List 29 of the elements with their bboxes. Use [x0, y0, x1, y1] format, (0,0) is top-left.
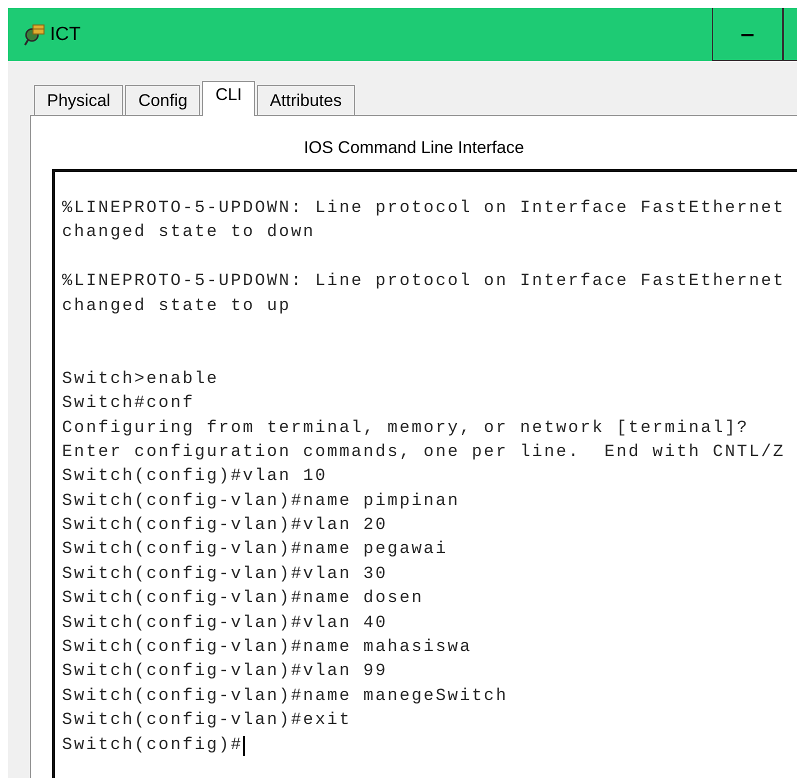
- terminal-line: Switch(config-vlan)#name mahasiswa: [62, 637, 472, 660]
- magnifier-icon: [24, 22, 46, 46]
- terminal-line: changed state to up: [62, 296, 291, 318]
- terminal-line: Switch(config)#: [62, 734, 243, 757]
- terminal-line: Switch(config)#vlan 10: [62, 466, 328, 488]
- terminal-line: %LINEPROTO-5-UPDOWN: Line protocol on Interface FastEthernet: [62, 198, 786, 220]
- terminal-line: Switch>enable: [62, 368, 219, 391]
- terminal-line: Switch(config-vlan)#name dosen: [62, 588, 424, 610]
- terminal-line: Switch(config-vlan)#name pimpinan: [62, 490, 460, 513]
- terminal-line: Switch(config-vlan)#name pegawai: [62, 539, 448, 562]
- terminal-line: Switch(config-vlan)#name manegeSwitch: [62, 686, 508, 708]
- minimize-button[interactable]: ‒: [712, 8, 783, 61]
- tab[interactable]: Physical: [34, 85, 124, 115]
- terminal-line: changed state to down: [62, 222, 316, 244]
- terminal-line: Switch(config-vlan)#exit: [62, 710, 352, 732]
- terminal-line: %LINEPROTO-5-UPDOWN: Line protocol on Interface FastEthernet: [62, 271, 786, 294]
- panel-title: IOS Command Line Interface: [302, 137, 526, 159]
- tab[interactable]: CLI: [202, 81, 255, 116]
- tab[interactable]: Attributes: [256, 85, 355, 115]
- terminal-line: Switch(config-vlan)#vlan 99: [62, 661, 388, 684]
- tab[interactable]: Config: [125, 85, 200, 115]
- maximize-button[interactable]: [783, 8, 797, 61]
- terminal-line: Switch(config-vlan)#vlan 30: [62, 564, 388, 586]
- terminal-line: Switch#conf: [62, 393, 195, 416]
- window-title: ICT: [50, 24, 81, 46]
- terminal-line: Switch(config-vlan)#vlan 20: [62, 515, 388, 538]
- terminal-line: Configuring from terminal, memory, or network [terminal]?: [62, 418, 749, 440]
- terminal-line: Switch(config-vlan)#vlan 40: [62, 612, 388, 635]
- terminal-line: Enter configuration commands, one per line. End with CNTL/Z: [62, 442, 786, 464]
